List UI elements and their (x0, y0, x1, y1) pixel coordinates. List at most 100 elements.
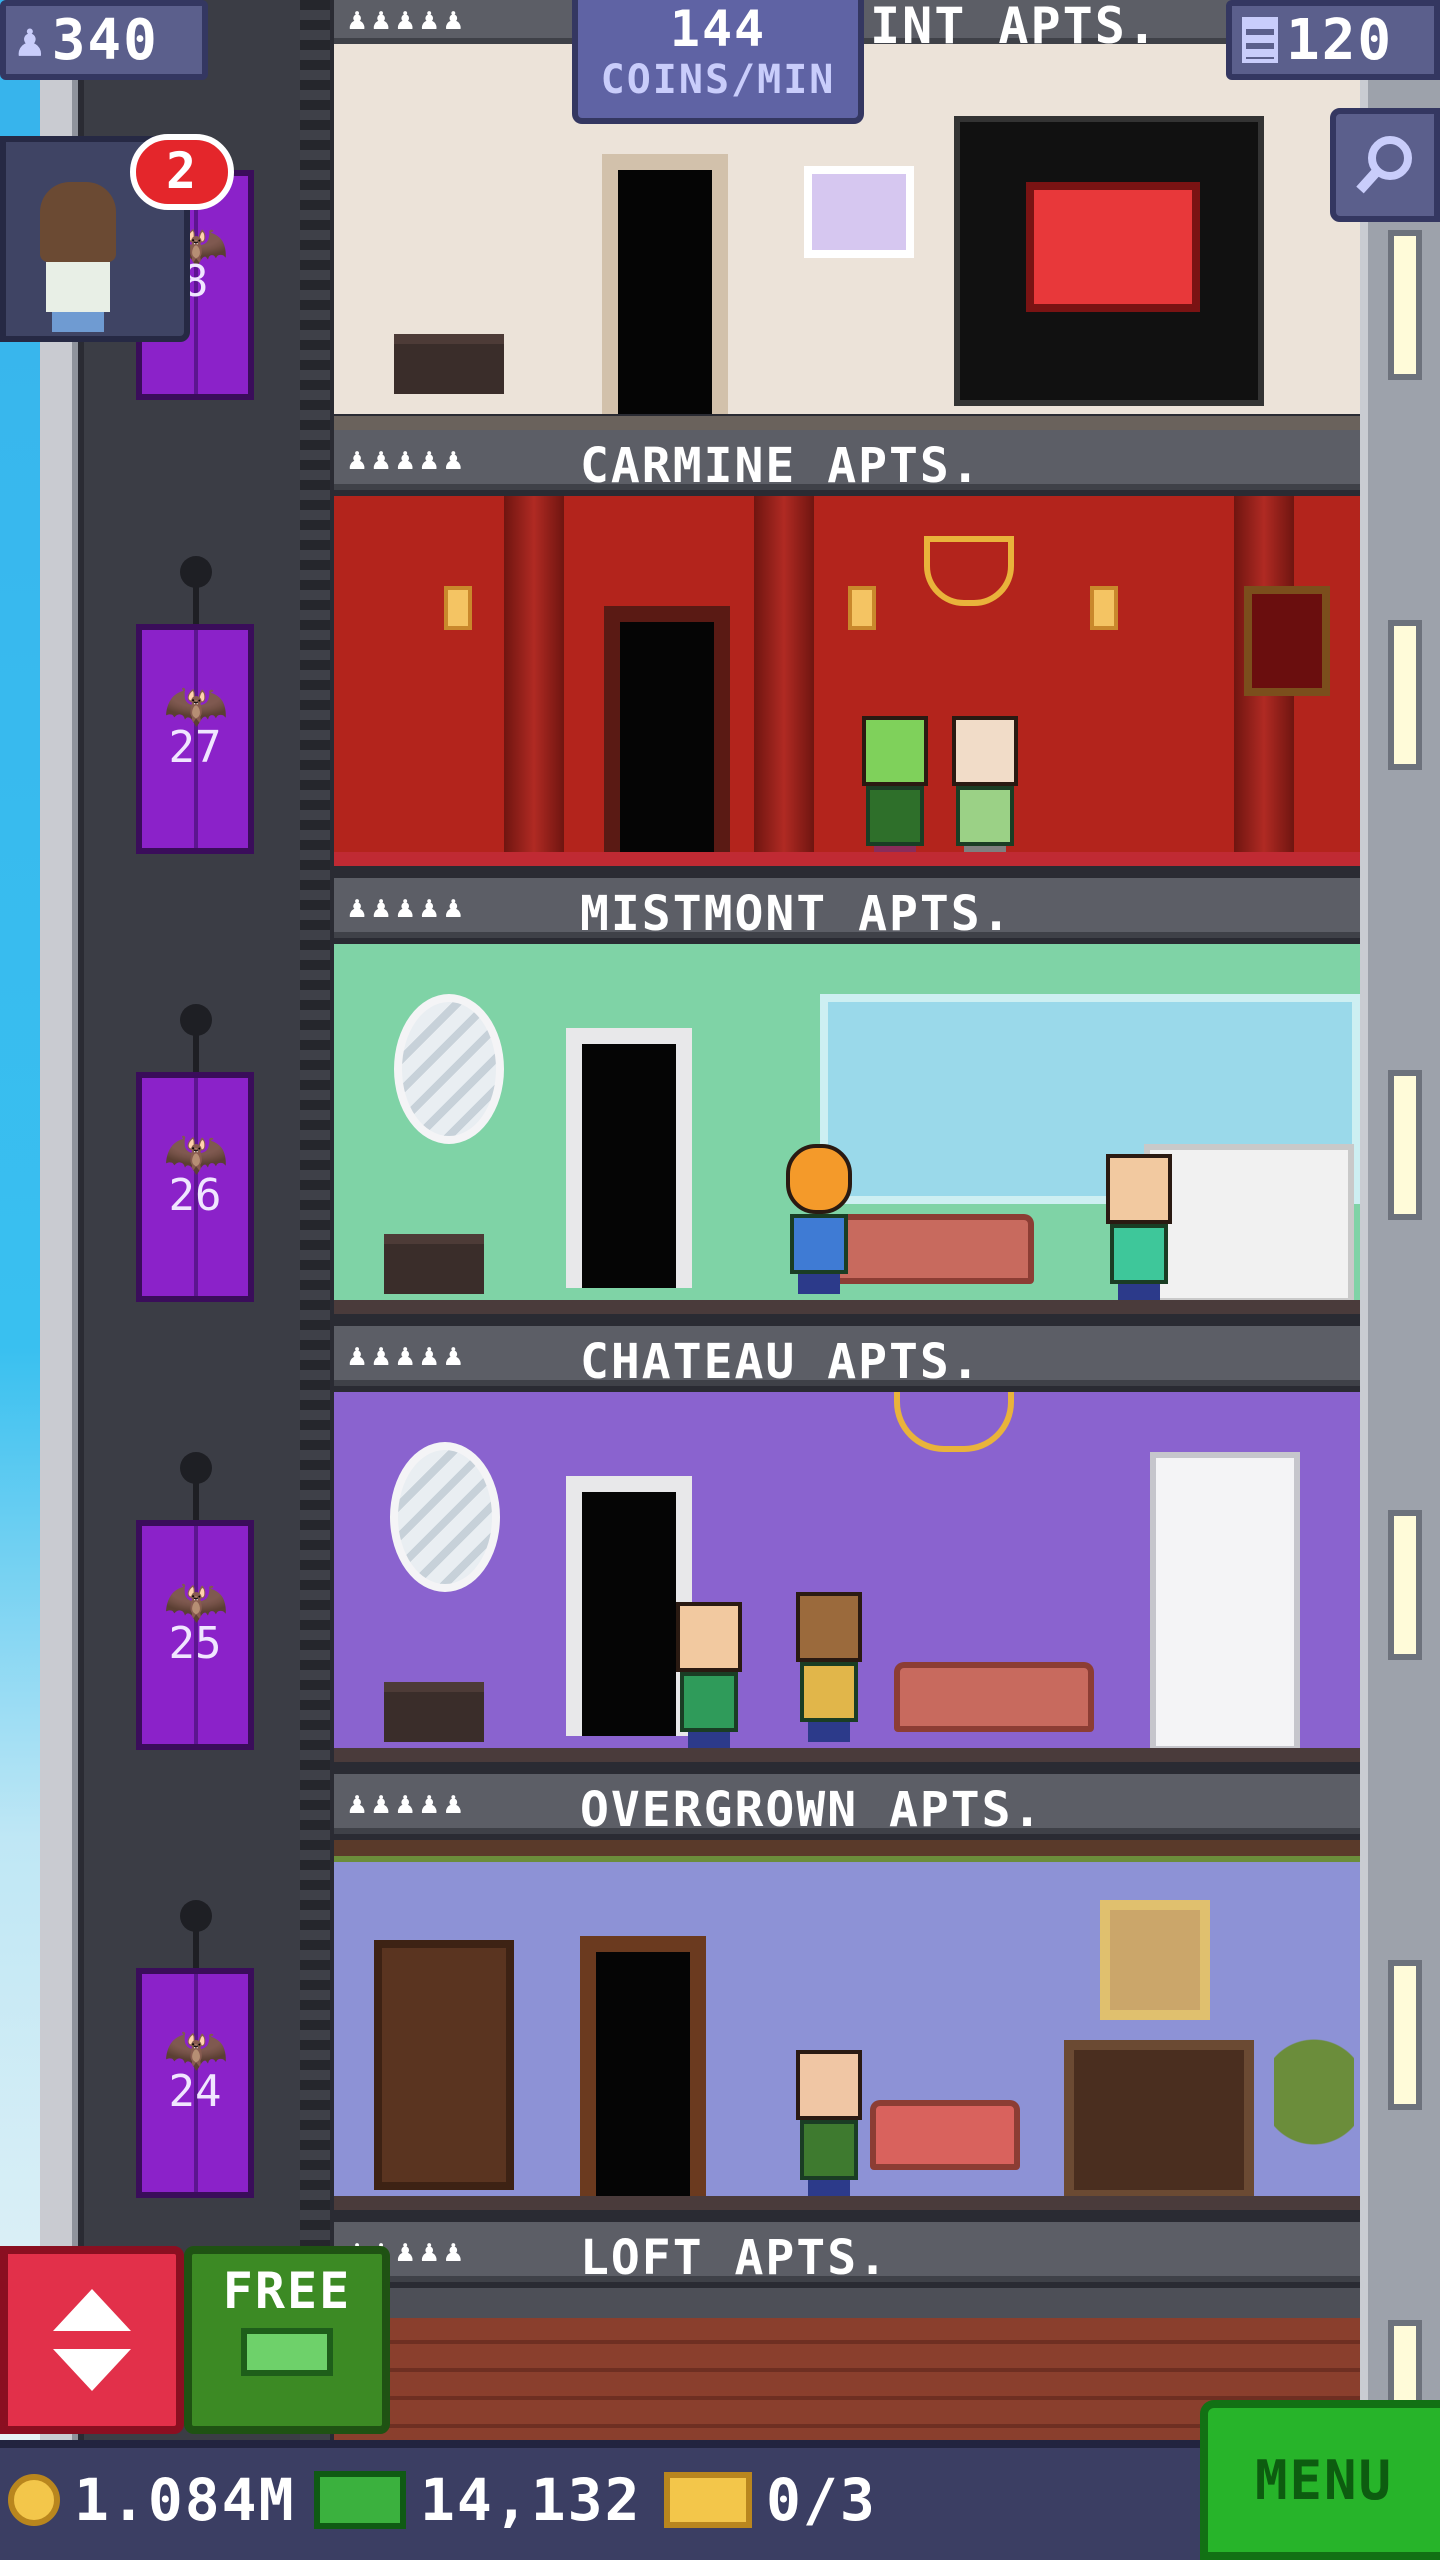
bat-icon: 🦇 (163, 676, 229, 736)
resident[interactable] (1100, 1154, 1178, 1304)
menu-label: MENU (1254, 2448, 1394, 2512)
floor-name: MISTMONT APTS. (580, 886, 1013, 942)
floor-baseboard (334, 1300, 1360, 1314)
floor-residents: ♟♟♟♟♟ (348, 890, 469, 925)
coins-value: 1.084M (74, 2466, 296, 2534)
tower-window (1388, 620, 1422, 770)
room-pillar (504, 496, 564, 866)
elevator-cable (193, 586, 199, 626)
free-bux-button[interactable]: FREE (184, 2246, 390, 2434)
resident[interactable] (856, 716, 934, 866)
elevator-cable (193, 1034, 199, 1074)
magnifier-icon (1356, 136, 1412, 194)
floor-count[interactable]: 120 (1226, 0, 1440, 80)
sky-backdrop (0, 0, 40, 2450)
floor-label-bar: ♟♟♟♟♟ LOFT APTS. (334, 2222, 1360, 2286)
bat-icon: 🦇 (163, 1124, 229, 1184)
wall-painting (804, 166, 914, 258)
floor-name: OVERGROWN APTS. (580, 1782, 1044, 1838)
floor-baseboard (334, 2196, 1360, 2210)
elevator-pulley (180, 556, 212, 588)
floor-door (604, 606, 730, 866)
visitor-avatar (36, 182, 120, 332)
resident[interactable] (946, 716, 1024, 866)
fireplace (1064, 2040, 1254, 2200)
floor-residents: ♟♟♟♟♟ (348, 1786, 469, 1821)
tower-window (1388, 1960, 1422, 2110)
wall-painting (1100, 1900, 1210, 2020)
person-icon: ♟ (16, 13, 44, 67)
floor-carmine[interactable]: ♟♟♟♟♟ CARMINE APTS. (334, 430, 1360, 878)
elevator-car[interactable]: 🦇 25 (136, 1520, 254, 1750)
elevator-car[interactable]: 🦇 24 (136, 1968, 254, 2198)
phone-table (384, 1682, 484, 1742)
elevator-cable (193, 1930, 199, 1970)
resident[interactable] (790, 2050, 868, 2200)
room-pillar (754, 496, 814, 866)
floor-label-bar: ♟♟♟♟♟ OVERGROWN APTS. (334, 1774, 1360, 1838)
tv-cabinet (954, 116, 1264, 406)
floor-residents: ♟♟♟♟♟ (348, 2, 469, 37)
floor-baseboard (334, 852, 1360, 866)
elevator-arrows-icon (53, 2289, 131, 2391)
ticket-icon (664, 2472, 752, 2528)
wall-sconce (1090, 586, 1118, 630)
resident[interactable] (670, 1602, 748, 1752)
elevator-pulley (180, 1900, 212, 1932)
tower-window (1388, 1070, 1422, 1220)
floor-door (602, 154, 728, 414)
visitor-notification[interactable]: 2 (0, 134, 234, 342)
wall-painting (1244, 586, 1330, 696)
elevator-floor-number: 26 (168, 1170, 222, 1221)
coins-stat[interactable]: 1.084M (8, 2460, 296, 2540)
floor-overgrown[interactable]: ♟♟♟♟♟ OVERGROWN APTS. (334, 1774, 1360, 2222)
floor-name: CARMINE APTS. (580, 438, 982, 494)
side-table (394, 334, 504, 394)
floor-count-value: 120 (1286, 7, 1394, 73)
floor-room (334, 496, 1360, 866)
coins-per-minute-unit: COINS/MIN (600, 57, 836, 103)
zoom-button[interactable] (1330, 108, 1440, 222)
tower-window (1388, 1510, 1422, 1660)
floor-room (334, 944, 1360, 1314)
elevator-button[interactable] (0, 2246, 184, 2434)
elevator-floor-number: 24 (168, 2066, 222, 2117)
elevator-floor-number: 25 (168, 1618, 222, 1669)
coins-per-minute: 144 COINS/MIN (572, 0, 864, 124)
population-counter[interactable]: ♟ 340 (0, 0, 208, 80)
bux-icon (241, 2328, 333, 2376)
coin-icon (8, 2474, 60, 2526)
potted-plant (1274, 2020, 1354, 2200)
floor-baseboard (334, 1748, 1360, 1762)
floor-label-bar: ♟♟♟♟♟ CHATEAU APTS. (334, 1326, 1360, 1390)
menu-button[interactable]: MENU (1200, 2400, 1440, 2560)
floor-door (580, 1936, 706, 2196)
elevator-car[interactable]: 🦇 27 (136, 624, 254, 854)
tickets-stat[interactable]: 0/3 (664, 2460, 877, 2540)
wall-mirror (390, 1442, 500, 1592)
floor-room (334, 1840, 1360, 2210)
vine-cornice (334, 1840, 1360, 1862)
floor-chateau[interactable]: ♟♟♟♟♟ CHATEAU APTS. (334, 1326, 1360, 1774)
bookshelf (374, 1940, 514, 2190)
floor-mistmont[interactable]: ♟♟♟♟♟ MISTMONT APTS. (334, 878, 1360, 1326)
elevator-car[interactable]: 🦇 26 (136, 1072, 254, 1302)
loft-ceiling (334, 2288, 1360, 2318)
chandelier (894, 1392, 1014, 1452)
floor-residents: ♟♟♟♟♟ (348, 442, 469, 477)
bux-icon (314, 2471, 406, 2529)
chaise-lounge (870, 2100, 1020, 2170)
floor-label-bar: ♟♟♟♟♟ MISTMONT APTS. (334, 878, 1360, 942)
elevator-floor-number: 27 (168, 722, 222, 773)
chandelier (924, 536, 1014, 606)
coins-per-minute-value: 144 (669, 0, 767, 58)
wall-sconce (444, 586, 472, 630)
resident[interactable] (780, 1144, 858, 1294)
bux-value: 14,132 (420, 2466, 642, 2534)
tower-window (1388, 230, 1422, 380)
bux-stat[interactable]: 14,132 (314, 2460, 642, 2540)
floors-icon (1242, 17, 1278, 63)
wall-mirror (394, 994, 504, 1144)
resident[interactable] (790, 1592, 868, 1742)
bat-icon: 🦇 (163, 1572, 229, 1632)
